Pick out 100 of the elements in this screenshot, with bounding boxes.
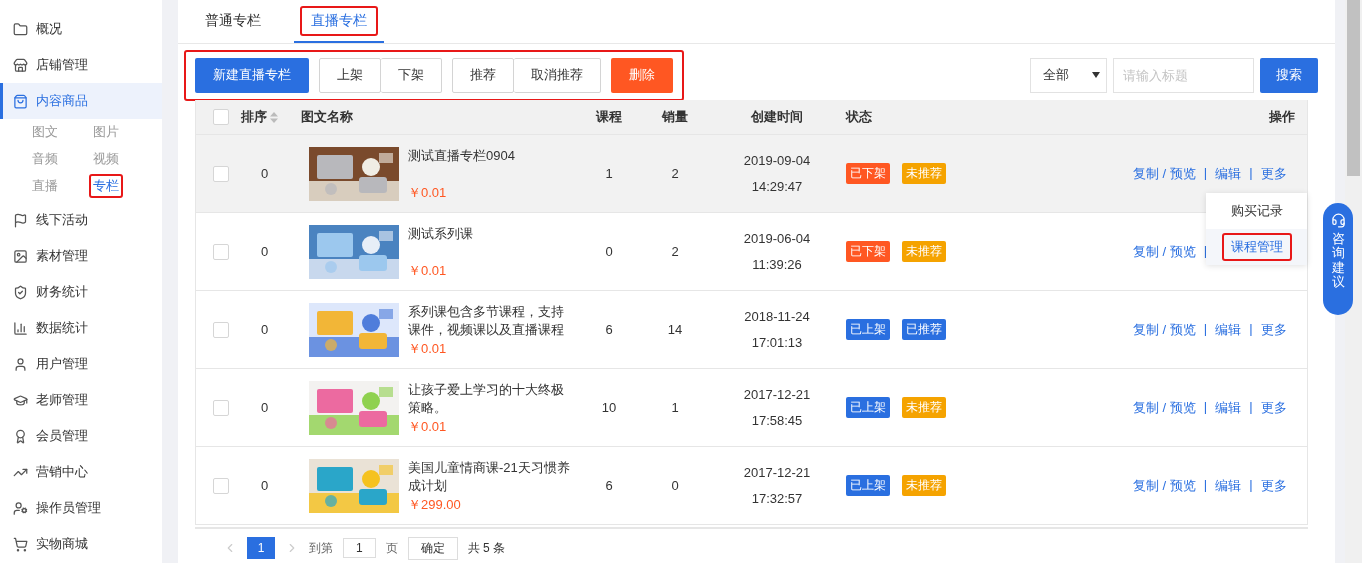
action-link[interactable]: 复制 / 预览: [1133, 164, 1196, 183]
sort-icon[interactable]: [270, 111, 278, 123]
headset-icon: [1330, 213, 1346, 228]
table-cell-text: 14: [667, 320, 683, 339]
checkbox[interactable]: [212, 399, 229, 416]
action-link[interactable]: 更多: [1260, 398, 1287, 417]
table-cell-text: 2: [671, 164, 679, 183]
table-cell-text: 1: [671, 398, 679, 417]
separator: |: [1202, 320, 1209, 338]
action-link[interactable]: 编辑: [1215, 476, 1242, 495]
toolbar-button[interactable]: 新建直播专栏: [195, 57, 309, 93]
table-cell-text: 6: [605, 476, 613, 495]
table-cell-text: 0: [260, 476, 269, 495]
checkbox[interactable]: [212, 243, 229, 260]
status-tag: 已上架: [846, 397, 890, 418]
user-gear-icon: [13, 500, 28, 516]
status-tag: 已下架: [846, 163, 890, 184]
checkbox[interactable]: [212, 165, 229, 182]
action-link[interactable]: 更多: [1260, 164, 1287, 183]
page-field[interactable]: 1: [343, 538, 376, 558]
action-link[interactable]: 更多: [1260, 476, 1287, 495]
table-cell-text: 2017-12-21 17:32:57: [743, 463, 811, 508]
checkbox[interactable]: [212, 321, 229, 338]
sidebar-item[interactable]: 老师管理: [0, 382, 162, 418]
sidebar-item[interactable]: 店铺管理: [0, 47, 162, 83]
action-link[interactable]: 编辑: [1215, 164, 1242, 183]
table-cell-text: 2018-11-24 17:01:13: [744, 307, 810, 352]
folder-icon: [13, 21, 28, 37]
checkbox[interactable]: [212, 477, 229, 494]
sidebar-item[interactable]: 概况: [0, 11, 162, 47]
toolbar-button[interactable]: 推荐: [452, 57, 514, 93]
separator: |: [1202, 164, 1209, 182]
table-cell-text: 6: [605, 320, 613, 339]
separator: |: [1202, 398, 1209, 416]
status-tag: 已上架: [846, 475, 890, 496]
store-icon: [13, 57, 28, 73]
sidebar-item[interactable]: 会员管理: [0, 418, 162, 454]
table-cell-text: 0: [260, 398, 269, 417]
status-tag: 已下架: [846, 241, 890, 262]
price: ￥0.01: [408, 184, 448, 201]
column-header: 创建时间: [751, 108, 803, 126]
sidebar-item[interactable]: 内容商品: [0, 83, 162, 119]
status-tag: 已推荐: [902, 319, 946, 340]
sidebar-subitem[interactable]: 图文: [28, 120, 62, 144]
toolbar-button[interactable]: 上架: [319, 57, 381, 93]
table-cell-text: 2: [671, 242, 679, 261]
table-cell-text: 2017-12-21 17:58:45: [743, 385, 811, 430]
price: ￥299.00: [408, 496, 462, 513]
action-link[interactable]: 更多: [1260, 320, 1287, 339]
action-link[interactable]: 复制 / 预览: [1133, 242, 1196, 261]
sidebar-item[interactable]: 素材管理: [0, 238, 162, 274]
column-header: 图文名称: [301, 108, 353, 126]
sidebar-item[interactable]: 实物商城: [0, 526, 162, 562]
sidebar-subitem[interactable]: 专栏: [89, 174, 123, 198]
caret-icon: [1092, 72, 1100, 78]
separator: |: [1202, 242, 1209, 260]
toolbar-button[interactable]: 下架: [381, 57, 442, 93]
table-cell-text: 2019-09-04 14:29:47: [743, 151, 811, 196]
separator: |: [1248, 320, 1254, 338]
column-header: 课程: [596, 108, 622, 126]
menu-item[interactable]: 购买记录: [1206, 193, 1307, 229]
action-link[interactable]: 复制 / 预览: [1133, 398, 1196, 417]
tab[interactable]: 普通专栏: [188, 0, 278, 43]
sidebar-subitem[interactable]: 音频: [28, 147, 62, 171]
sidebar-subitem[interactable]: 图片: [89, 120, 123, 144]
separator: |: [1248, 398, 1254, 416]
checkbox[interactable]: [212, 109, 229, 125]
sidebar-item[interactable]: 财务统计: [0, 274, 162, 310]
bar-chart-icon: [13, 320, 28, 336]
sidebar-item[interactable]: 营销中心: [0, 454, 162, 490]
sidebar-item[interactable]: 操作员管理: [0, 490, 162, 526]
search-button[interactable]: 搜索: [1260, 57, 1318, 93]
confirm-button[interactable]: 确定: [407, 536, 458, 560]
action-link[interactable]: 复制 / 预览: [1133, 320, 1196, 339]
delete-button[interactable]: 删除: [611, 57, 673, 93]
consult-button[interactable]: 咨询建议: [1323, 203, 1353, 315]
status-select[interactable]: 全部: [1030, 57, 1107, 93]
sidebar-subitem[interactable]: 视频: [89, 147, 123, 171]
price: ￥0.01: [408, 418, 448, 435]
action-link[interactable]: 编辑: [1215, 320, 1242, 339]
sidebar-item[interactable]: 线下活动: [0, 202, 162, 238]
toolbar-button[interactable]: 取消推荐: [514, 57, 601, 93]
sidebar-item[interactable]: 数据统计: [0, 310, 162, 346]
badge-icon: [13, 428, 28, 444]
table-cell-text: 0: [260, 164, 269, 183]
action-link[interactable]: 编辑: [1215, 398, 1242, 417]
sidebar-item[interactable]: 用户管理: [0, 346, 162, 382]
scrollbar-thumb[interactable]: [1347, 0, 1360, 176]
page-button[interactable]: 1: [247, 537, 275, 559]
sidebar-subitem[interactable]: 直播: [28, 174, 62, 198]
column-header: 状态: [846, 108, 872, 126]
user-icon: [13, 356, 28, 372]
menu-item[interactable]: 课程管理: [1206, 229, 1307, 265]
action-link[interactable]: 复制 / 预览: [1133, 476, 1196, 495]
table-cell-text: 0: [260, 320, 269, 339]
shopping-bag-icon: [13, 93, 28, 109]
table-cell-text: 0: [671, 476, 679, 495]
table-cell-text: 0: [605, 242, 613, 261]
status-tag: 未推荐: [902, 397, 946, 418]
pager-label: 到第: [309, 539, 333, 557]
